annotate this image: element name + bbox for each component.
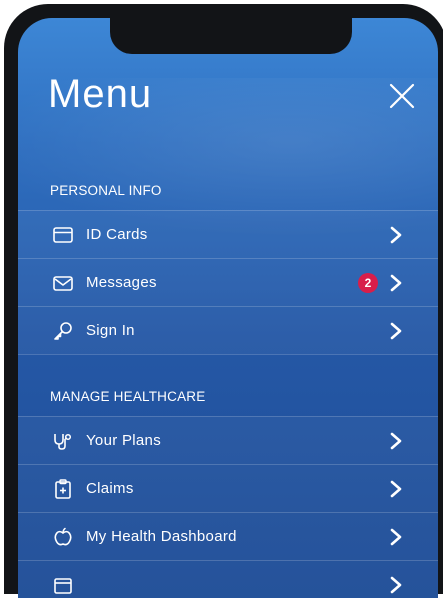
section-header-personal-info: PERSONAL INFO <box>18 158 438 210</box>
unread-count-badge: 2 <box>358 273 378 293</box>
section-header-manage-healthcare: MANAGE HEALTHCARE <box>18 364 438 416</box>
close-button[interactable] <box>382 76 422 116</box>
menu-item-my-health-dashboard[interactable]: My Health Dashboard <box>18 512 438 560</box>
stethoscope-icon <box>54 433 72 450</box>
id-card-icon <box>53 227 73 243</box>
chevron-right-icon <box>390 226 402 244</box>
menu-item-label: Claims <box>86 480 134 497</box>
clipboard-icon <box>55 479 71 499</box>
chevron-right-icon <box>390 480 402 498</box>
section-divider <box>18 354 438 355</box>
menu-item-label: Messages <box>86 274 157 291</box>
chevron-right-icon <box>390 432 402 450</box>
chevron-right-icon <box>390 528 402 546</box>
section-title: PERSONAL INFO <box>50 183 162 198</box>
envelope-icon <box>53 276 73 291</box>
menu-header: Menu <box>18 18 438 158</box>
key-icon <box>54 322 72 340</box>
menu-item-claims[interactable]: Claims <box>18 464 438 512</box>
menu-item-your-plans[interactable]: Your Plans <box>18 416 438 464</box>
section-title: MANAGE HEALTHCARE <box>50 389 206 404</box>
close-icon <box>389 83 415 109</box>
phone-frame: Menu PERSONAL INFO ID Cards Messages 2 S… <box>4 4 443 598</box>
chevron-right-icon <box>390 576 402 594</box>
page-title: Menu <box>48 72 153 116</box>
document-icon <box>54 578 72 594</box>
menu-item-label: Sign In <box>86 322 135 339</box>
menu-item-label: My Health Dashboard <box>86 528 237 545</box>
menu-item-messages[interactable]: Messages 2 <box>18 258 438 306</box>
menu-item-partial[interactable] <box>18 560 438 598</box>
menu-item-label: ID Cards <box>86 226 148 243</box>
chevron-right-icon <box>390 274 402 292</box>
menu-item-id-cards[interactable]: ID Cards <box>18 210 438 258</box>
apple-icon <box>54 527 72 546</box>
menu-screen: Menu PERSONAL INFO ID Cards Messages 2 S… <box>18 18 438 598</box>
menu-item-sign-in[interactable]: Sign In <box>18 306 438 354</box>
menu-item-label: Your Plans <box>86 432 161 449</box>
chevron-right-icon <box>390 322 402 340</box>
